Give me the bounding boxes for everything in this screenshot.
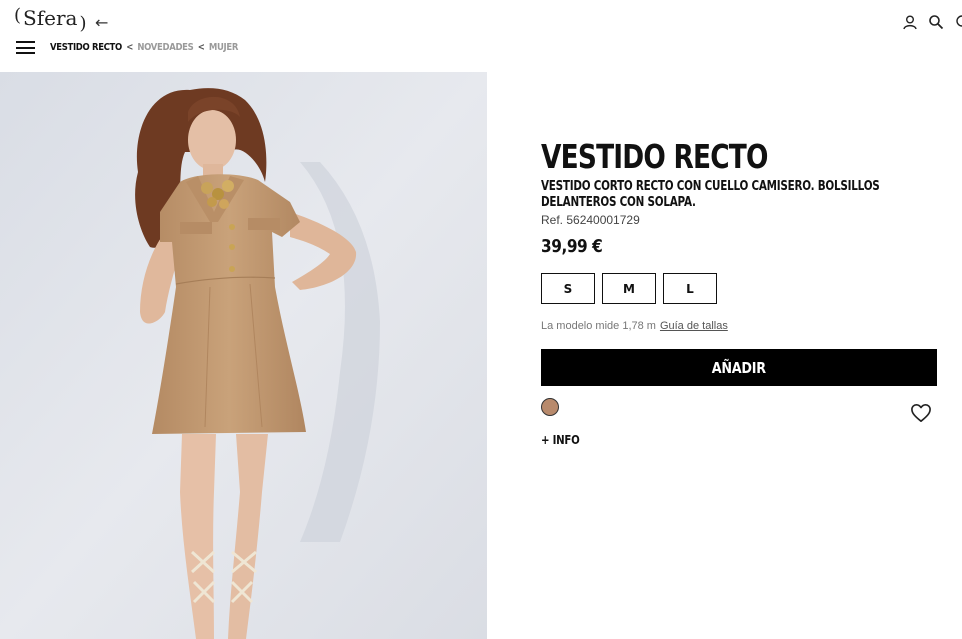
logo-paren-left: ( [14,5,22,26]
model-wearing-dress-image [0,72,487,639]
color-swatch[interactable] [541,398,559,416]
bag-icon[interactable] [954,14,962,30]
model-height-note: La modelo mide 1,78 m Guía de tallas [541,320,728,332]
size-guide-link[interactable]: Guía de tallas [660,320,728,332]
product-description: VESTIDO CORTO RECTO CON CUELLO CAMISERO.… [541,179,880,210]
search-icon[interactable] [928,14,944,30]
add-to-cart-button[interactable]: AÑADIR [541,349,937,386]
breadcrumb-separator: < [126,42,134,53]
logo-paren-right: ) [79,13,87,34]
sfera-logo[interactable]: ( Sfera ) [14,5,87,34]
back-arrow-icon[interactable]: ← [95,13,108,32]
breadcrumb-link-novedades[interactable]: NOVEDADES [137,42,193,53]
product-price: 39,99 € [541,236,603,257]
add-to-cart-label: AÑADIR [711,358,767,377]
header-icons [902,14,962,30]
breadcrumb-separator: < [197,42,205,53]
user-icon[interactable] [902,14,918,30]
size-option-l[interactable]: L [663,273,717,304]
product-title: VESTIDO RECTO [541,137,768,176]
more-info-toggle[interactable]: + INFO [541,433,580,447]
logo-text: Sfera [23,6,78,30]
product-reference: Ref. 56240001729 [541,213,640,227]
size-selector: S M L [541,273,717,304]
site-header: ( Sfera ) ← VESTIDO RECTO < NOVEDADES < … [0,0,962,72]
size-option-s[interactable]: S [541,273,595,304]
breadcrumb-link-mujer[interactable]: MUJER [209,42,239,53]
menu-icon[interactable] [16,41,35,54]
product-image[interactable] [0,72,487,639]
heart-icon[interactable] [910,403,932,423]
breadcrumb: VESTIDO RECTO < NOVEDADES < MUJER [50,42,238,53]
breadcrumb-current: VESTIDO RECTO [50,42,122,53]
model-height-text: La modelo mide 1,78 m [541,320,656,332]
size-option-m[interactable]: M [602,273,656,304]
